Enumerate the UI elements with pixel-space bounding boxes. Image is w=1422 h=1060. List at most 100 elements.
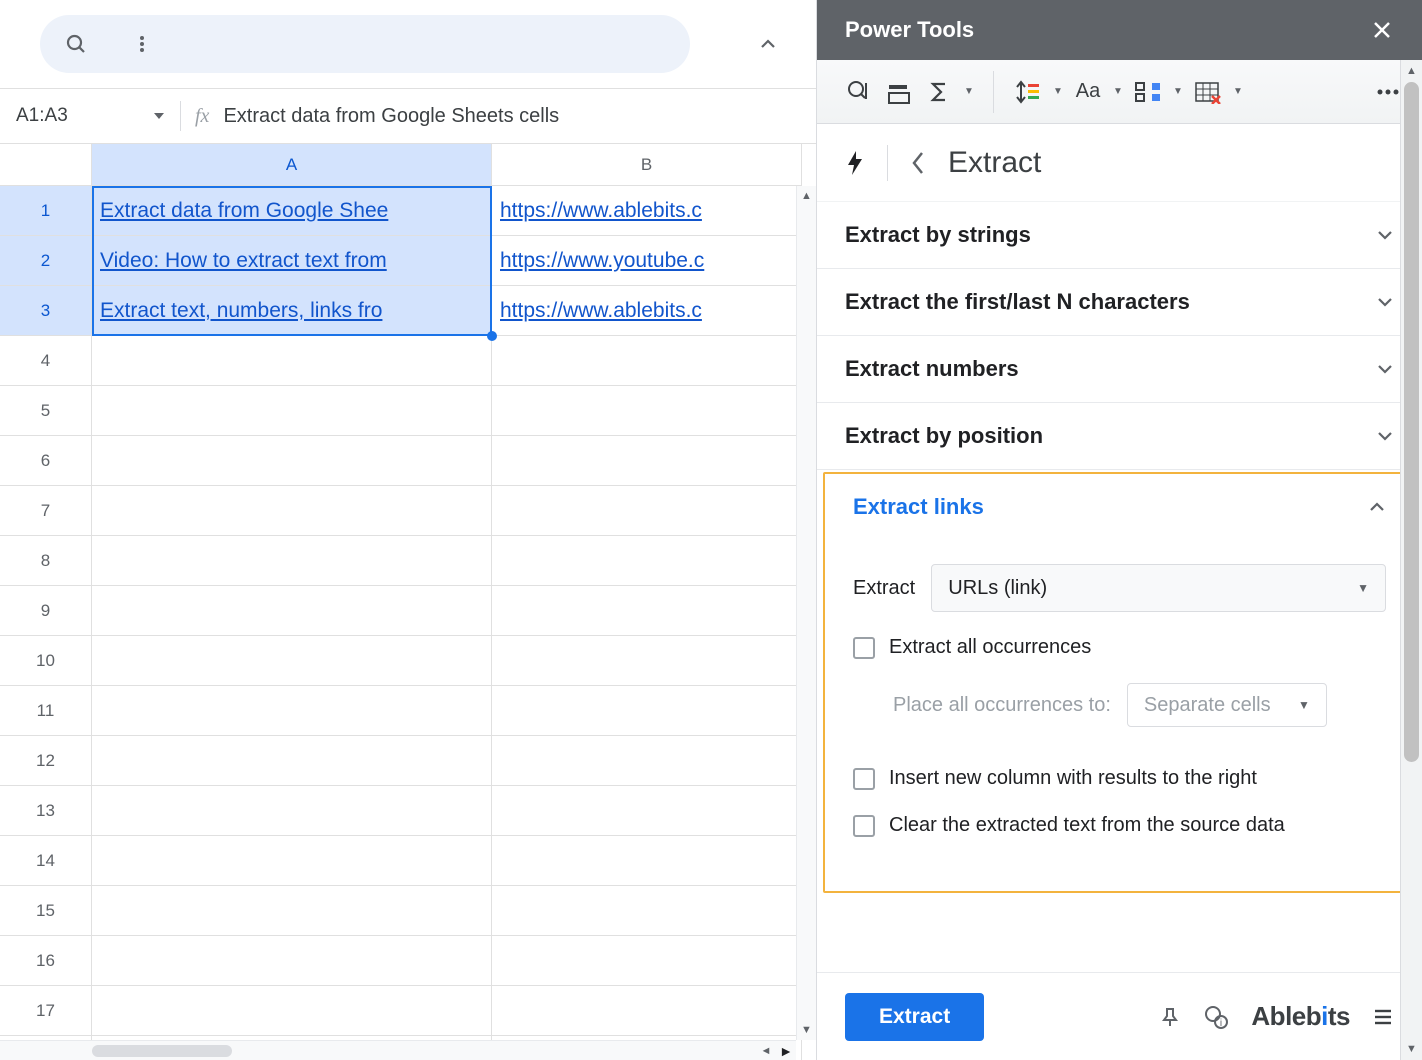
row-header[interactable]: 3 xyxy=(0,286,92,336)
menu-icon[interactable] xyxy=(1372,1006,1394,1028)
sort-icon[interactable] xyxy=(1012,76,1044,108)
dedupe-icon[interactable] xyxy=(843,76,875,108)
dropdown-icon[interactable]: ▼ xyxy=(1172,86,1184,97)
cell[interactable] xyxy=(492,636,802,686)
cell-B2[interactable]: https://www.youtube.c xyxy=(492,236,802,286)
dropdown-icon[interactable]: ▼ xyxy=(1112,86,1124,97)
checkbox-clear-source[interactable] xyxy=(853,815,875,837)
scroll-right-icon[interactable]: ► xyxy=(776,1043,796,1059)
info-icon[interactable]: i xyxy=(1203,1004,1229,1030)
cell[interactable] xyxy=(492,986,802,1036)
scroll-down-icon[interactable]: ▼ xyxy=(797,1020,816,1040)
row-header[interactable]: 4 xyxy=(0,336,92,386)
cell[interactable] xyxy=(92,986,492,1036)
col-header-B[interactable]: B xyxy=(492,144,802,186)
col-header-A[interactable]: A xyxy=(92,144,492,186)
compare-icon[interactable] xyxy=(883,76,915,108)
scroll-up-icon[interactable]: ▲ xyxy=(1401,60,1422,82)
section-header[interactable]: Extract by strings xyxy=(817,202,1422,268)
cell[interactable] xyxy=(492,936,802,986)
select-all-corner[interactable] xyxy=(0,144,92,186)
cell[interactable] xyxy=(92,936,492,986)
cell[interactable] xyxy=(492,736,802,786)
cell[interactable] xyxy=(92,336,492,386)
sum-icon[interactable] xyxy=(923,76,955,108)
close-icon[interactable] xyxy=(1370,18,1394,42)
more-vert-icon[interactable] xyxy=(124,26,160,62)
place-select[interactable]: Separate cells ▼ xyxy=(1127,683,1327,727)
row-header[interactable]: 6 xyxy=(0,436,92,486)
section-header[interactable]: Extract links xyxy=(825,474,1414,540)
name-box[interactable]: A1:A3 xyxy=(16,105,166,127)
cell[interactable] xyxy=(492,436,802,486)
row-header[interactable]: 8 xyxy=(0,536,92,586)
row-header[interactable]: 1 xyxy=(0,186,92,236)
row-header[interactable]: 5 xyxy=(0,386,92,436)
row-header[interactable]: 2 xyxy=(0,236,92,286)
cell[interactable] xyxy=(492,486,802,536)
dropdown-icon[interactable]: ▼ xyxy=(963,86,975,97)
cell-B1[interactable]: https://www.ablebits.c xyxy=(492,186,802,236)
text-icon[interactable]: Aa xyxy=(1072,76,1104,108)
horizontal-scrollbar[interactable]: ◄ ► xyxy=(0,1040,796,1060)
row-header[interactable]: 12 xyxy=(0,736,92,786)
section-header[interactable]: Extract numbers xyxy=(817,336,1422,402)
clear-icon[interactable] xyxy=(1192,76,1224,108)
row-header[interactable]: 9 xyxy=(0,586,92,636)
row-header[interactable]: 11 xyxy=(0,686,92,736)
brand-logo[interactable]: Ablebits xyxy=(1251,1001,1350,1032)
scroll-thumb[interactable] xyxy=(1404,82,1419,762)
collapse-toolbar-icon[interactable] xyxy=(750,26,786,62)
back-icon[interactable] xyxy=(910,150,926,176)
cell[interactable] xyxy=(92,836,492,886)
extract-button[interactable]: Extract xyxy=(845,993,984,1041)
cell[interactable] xyxy=(492,336,802,386)
scroll-thumb[interactable] xyxy=(92,1045,232,1057)
cell[interactable] xyxy=(92,386,492,436)
cell[interactable] xyxy=(492,536,802,586)
cell[interactable] xyxy=(92,736,492,786)
cell-B3[interactable]: https://www.ablebits.c xyxy=(492,286,802,336)
cell[interactable] xyxy=(92,786,492,836)
vertical-scrollbar[interactable]: ▲ ▼ xyxy=(796,186,816,1040)
cell[interactable] xyxy=(92,536,492,586)
row-header[interactable]: 10 xyxy=(0,636,92,686)
row-header[interactable]: 13 xyxy=(0,786,92,836)
cell[interactable] xyxy=(492,886,802,936)
cell-A3[interactable]: Extract text, numbers, links fro xyxy=(92,286,492,336)
checkbox-insert-column[interactable] xyxy=(853,768,875,790)
cell[interactable] xyxy=(492,586,802,636)
section-header[interactable]: Extract by position xyxy=(817,403,1422,469)
cell[interactable] xyxy=(492,386,802,436)
cell[interactable] xyxy=(92,636,492,686)
extract-type-select[interactable]: URLs (link) ▼ xyxy=(931,564,1386,612)
search-icon[interactable] xyxy=(58,26,94,62)
scroll-up-icon[interactable]: ▲ xyxy=(797,186,816,206)
row-header[interactable]: 14 xyxy=(0,836,92,886)
formula-text[interactable]: Extract data from Google Sheets cells xyxy=(223,105,559,128)
scroll-down-icon[interactable]: ▼ xyxy=(1401,1038,1422,1060)
row-header[interactable]: 15 xyxy=(0,886,92,936)
cell-A1[interactable]: Extract data from Google Shee xyxy=(92,186,492,236)
bolt-icon[interactable] xyxy=(845,149,865,177)
dropdown-icon[interactable]: ▼ xyxy=(1052,86,1064,97)
cell[interactable] xyxy=(492,786,802,836)
cell[interactable] xyxy=(92,586,492,636)
row-header[interactable]: 16 xyxy=(0,936,92,986)
cell[interactable] xyxy=(492,836,802,886)
cell[interactable] xyxy=(92,886,492,936)
name-box-dropdown-icon[interactable] xyxy=(152,109,166,123)
dropdown-icon[interactable]: ▼ xyxy=(1232,86,1244,97)
cell-A2[interactable]: Video: How to extract text from xyxy=(92,236,492,286)
checkbox-all-occurrences[interactable] xyxy=(853,637,875,659)
cell[interactable] xyxy=(92,486,492,536)
pin-icon[interactable] xyxy=(1159,1006,1181,1028)
row-header[interactable]: 7 xyxy=(0,486,92,536)
cell[interactable] xyxy=(92,436,492,486)
grid[interactable]: A B 1 Extract data from Google Shee http… xyxy=(0,144,802,1060)
split-icon[interactable] xyxy=(1132,76,1164,108)
scroll-left-icon[interactable]: ◄ xyxy=(756,1045,776,1057)
row-header[interactable]: 17 xyxy=(0,986,92,1036)
section-header[interactable]: Extract the first/last N characters xyxy=(817,269,1422,335)
outer-scrollbar[interactable]: ▲ ▼ xyxy=(1400,60,1422,1060)
